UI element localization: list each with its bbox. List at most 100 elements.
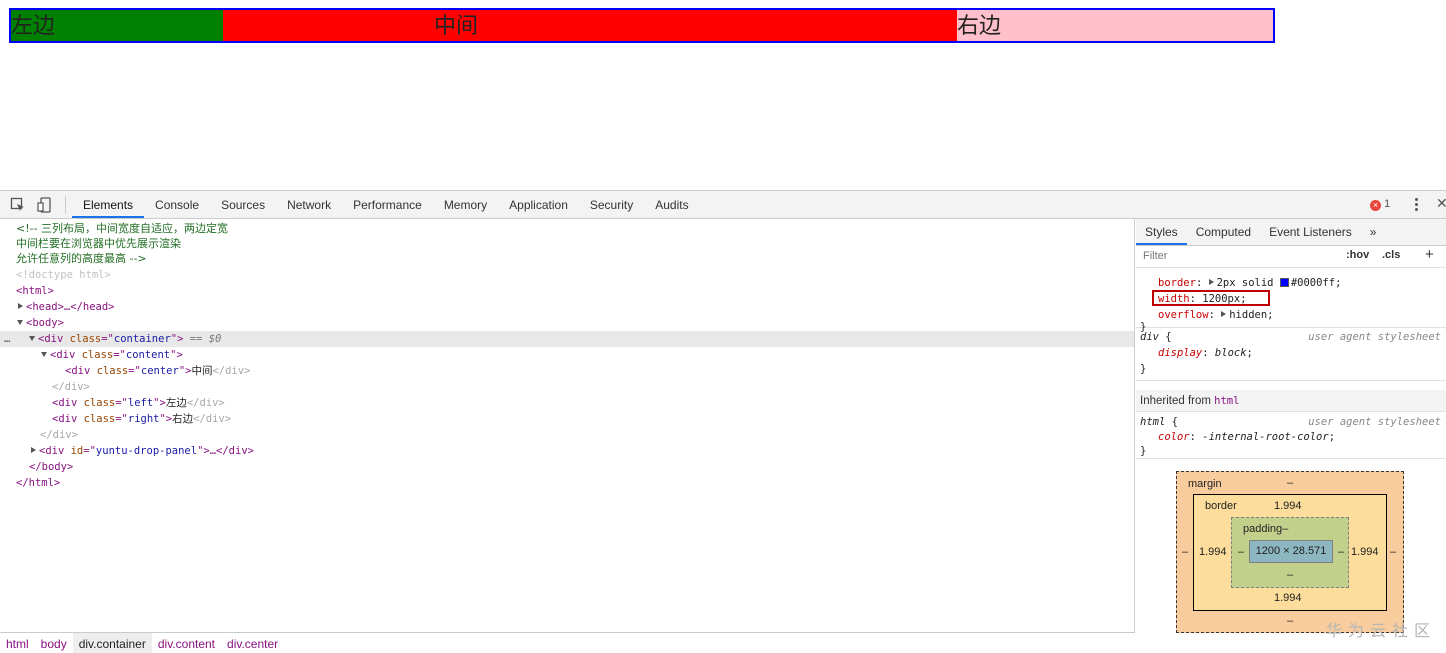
dom-panel-line[interactable]: <div id="yuntu-drop-panel">…</div> — [0, 443, 1134, 459]
breadcrumb-content[interactable]: div.content — [152, 633, 221, 653]
expand-triangle-icon[interactable] — [1221, 311, 1227, 317]
dom-html-line[interactable]: <html> — [0, 283, 1134, 299]
tab-console[interactable]: Console — [144, 191, 210, 218]
tab-security[interactable]: Security — [579, 191, 644, 218]
more-options-icon[interactable] — [1410, 196, 1422, 214]
dom-doctype-line[interactable]: <!doctype html> — [0, 267, 1134, 283]
dom-body-line[interactable]: <body> — [0, 315, 1134, 331]
margin-left-value: – — [1182, 546, 1189, 558]
ua-stylesheet-label: user agent stylesheet — [1308, 331, 1441, 343]
inspect-element-icon[interactable] — [10, 197, 26, 213]
collapse-triangle-icon[interactable] — [29, 336, 35, 341]
watermark-text: 华为云社区 — [1326, 621, 1437, 640]
styles-tabs: Styles Computed Event Listeners » — [1136, 219, 1446, 246]
dom-close-line[interactable]: </html> — [0, 475, 1134, 491]
error-counter[interactable]: × 1 — [1370, 198, 1390, 211]
box-model-padding[interactable]: padding– – – – 1200 × 28.571 — [1231, 517, 1349, 588]
breadcrumb-html[interactable]: html — [0, 633, 35, 653]
right-column[interactable]: 右边 — [957, 10, 1273, 41]
dom-right-line[interactable]: <div class="right">右边</div> — [0, 411, 1134, 427]
more-tabs-icon[interactable]: » — [1361, 219, 1386, 245]
border-right-value: 1.994 — [1351, 546, 1379, 558]
dom-close-line[interactable]: </div> — [0, 379, 1134, 395]
collapse-triangle-icon[interactable] — [41, 352, 47, 357]
error-count: 1 — [1384, 198, 1391, 210]
tab-application[interactable]: Application — [498, 191, 579, 218]
width-highlight-box — [1152, 290, 1270, 306]
box-model-diagram: margin – – – – border 1.994 1.994 1.994 … — [1176, 471, 1404, 633]
tab-event-listeners[interactable]: Event Listeners — [1260, 219, 1361, 245]
devtools-panel: Elements Console Sources Network Perform… — [0, 190, 1446, 653]
style-prop-border[interactable]: border: 2px solid #0000ff; — [1136, 275, 1446, 291]
breadcrumb: html body div.container div.content div.… — [0, 632, 1135, 653]
breadcrumb-body[interactable]: body — [35, 633, 73, 653]
dom-content-line[interactable]: <div class="content"> — [0, 347, 1134, 363]
devtools-tabbar: Elements Console Sources Network Perform… — [0, 191, 1446, 219]
right-column-text: 右边 — [957, 14, 1002, 39]
expand-triangle-icon[interactable] — [18, 303, 23, 309]
html-ua-rule: html {user agent stylesheet color: -inte… — [1136, 415, 1446, 459]
tab-memory[interactable]: Memory — [433, 191, 498, 218]
box-model-content[interactable]: 1200 × 28.571 — [1249, 540, 1333, 563]
dom-head-line[interactable]: <head>…</head> — [0, 299, 1134, 315]
close-devtools-icon[interactable]: ✕ — [1436, 196, 1446, 212]
tab-network[interactable]: Network — [276, 191, 342, 218]
dom-node-ellipsis[interactable]: … — [4, 331, 10, 347]
tab-computed[interactable]: Computed — [1187, 219, 1260, 245]
border-left-value: 1.994 — [1199, 546, 1227, 558]
margin-top-value: – — [1287, 477, 1294, 489]
toolbar-divider — [65, 196, 66, 214]
expand-triangle-icon[interactable] — [31, 447, 36, 453]
style-prop-overflow[interactable]: overflow: hidden; — [1136, 307, 1446, 323]
hov-toggle[interactable]: :hov — [1346, 249, 1369, 261]
div-ua-rule: div {user agent stylesheet display: bloc… — [1136, 329, 1446, 381]
color-swatch[interactable] — [1279, 278, 1289, 287]
tab-sources[interactable]: Sources — [210, 191, 276, 218]
new-rule-icon[interactable]: + — [1425, 246, 1434, 263]
collapse-triangle-icon[interactable] — [17, 320, 23, 325]
breadcrumb-container[interactable]: div.container — [72, 633, 152, 653]
device-toolbar-icon[interactable] — [37, 197, 53, 213]
margin-right-value: – — [1390, 546, 1397, 558]
elements-tree: <!-- 三列布局，中间宽度自适应，两边定宽 中间栏要在浏览器中优先展示渲染 允… — [0, 219, 1135, 632]
container-div[interactable]: 左边 中间 右边 — [9, 8, 1275, 43]
padding-label: padding– — [1243, 523, 1289, 535]
error-icon: × — [1370, 200, 1381, 211]
tab-elements[interactable]: Elements — [72, 191, 145, 218]
styles-pane: Styles Computed Event Listeners » Filter… — [1136, 219, 1446, 653]
border-top-value: 1.994 — [1274, 500, 1302, 512]
page-viewport: 左边 中间 右边 — [0, 0, 1446, 190]
border-bottom-value: 1.994 — [1274, 592, 1302, 604]
styles-filter-bar: Filter :hov .cls + — [1136, 246, 1446, 268]
center-column[interactable]: 中间 — [223, 10, 957, 41]
tab-audits[interactable]: Audits — [644, 191, 699, 218]
dom-center-line[interactable]: <div class="center">中间</div> — [0, 363, 1134, 379]
inherited-header: Inherited from html — [1136, 390, 1446, 412]
dom-comment-line[interactable]: 允许任意列的高度最高 --> — [0, 251, 1134, 267]
margin-bottom-value: – — [1287, 615, 1294, 627]
left-column[interactable]: 左边 — [11, 10, 223, 41]
padding-left-value: – — [1238, 546, 1245, 558]
dom-comment-line[interactable]: <!-- 三列布局，中间宽度自适应，两边定宽 — [0, 221, 1134, 237]
expand-triangle-icon[interactable] — [1208, 279, 1214, 285]
style-prop-display[interactable]: display: block; — [1136, 345, 1446, 361]
dom-close-line[interactable]: </div> — [0, 427, 1134, 443]
padding-right-value: – — [1338, 546, 1345, 558]
dom-comment-line[interactable]: 中间栏要在浏览器中优先展示渲染 — [0, 236, 1134, 252]
dom-container-line[interactable]: … <div class="container"> == $0 — [0, 331, 1134, 347]
left-column-text: 左边 — [11, 14, 56, 39]
dom-close-line[interactable]: </body> — [0, 459, 1134, 475]
box-model-border[interactable]: border 1.994 1.994 1.994 1.994 padding– … — [1193, 494, 1387, 611]
breadcrumb-center[interactable]: div.center — [221, 633, 284, 653]
tab-styles[interactable]: Styles — [1136, 219, 1187, 245]
inherited-element-link[interactable]: html — [1214, 395, 1239, 407]
styles-filter-input[interactable]: Filter — [1143, 250, 1167, 262]
dom-left-line[interactable]: <div class="left">左边</div> — [0, 395, 1134, 411]
center-column-text: 中间 — [434, 14, 479, 39]
tab-performance[interactable]: Performance — [342, 191, 433, 218]
margin-label: margin — [1188, 478, 1222, 490]
cls-toggle[interactable]: .cls — [1382, 249, 1400, 261]
ua-stylesheet-label: user agent stylesheet — [1308, 416, 1441, 428]
devtools-tabs: Elements Console Sources Network Perform… — [72, 191, 700, 219]
style-prop-color[interactable]: color: -internal-root-color; — [1136, 430, 1446, 445]
